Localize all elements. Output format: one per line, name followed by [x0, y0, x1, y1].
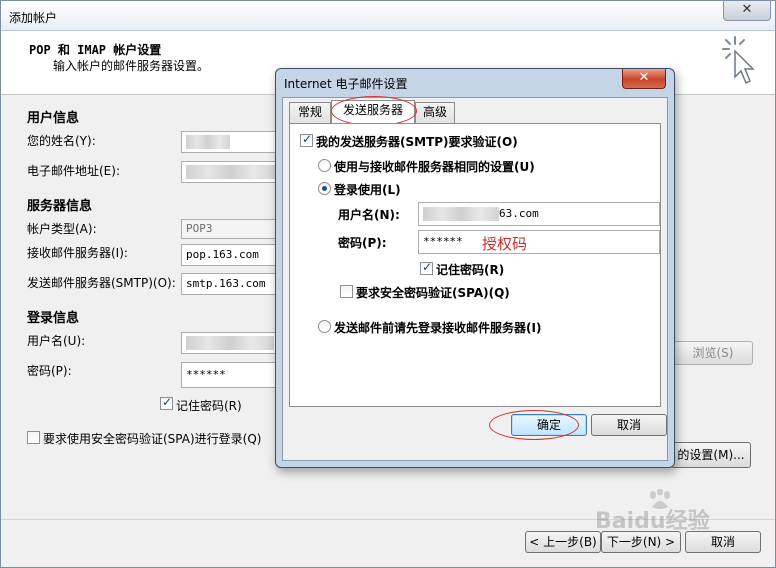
tab-advanced[interactable]: 高级 [415, 102, 455, 123]
watermark-text: Baidu经验 [595, 509, 710, 534]
dialog-password-input[interactable]: ****** [418, 230, 660, 254]
username-domain-suffix: 63.com [499, 207, 539, 220]
username-input[interactable] [181, 332, 277, 354]
redacted-name [186, 135, 230, 149]
tab-general[interactable]: 常规 [289, 102, 331, 123]
radio-circle [318, 182, 331, 195]
name-label: 您的姓名(Y): [27, 134, 96, 148]
dialog-remember-password-label: 记住密码(R) [436, 263, 505, 277]
internet-email-settings-dialog: Internet 电子邮件设置 ✕ 常规 发送服务器 高级 我的发送服务器(SM… [275, 68, 675, 468]
smtp-auth-checkbox[interactable] [300, 132, 313, 150]
dialog-username-input[interactable]: 63.com [418, 202, 660, 226]
same-settings-label: 使用与接收邮件服务器相同的设置(U) [334, 160, 535, 174]
radio-circle [318, 159, 331, 172]
window-titlebar: 添加帐户 ✕ [1, 1, 775, 31]
dialog-body: 常规 发送服务器 高级 我的发送服务器(SMTP)要求验证(O) 使用与接收邮件… [282, 96, 668, 461]
same-settings-radio[interactable] [318, 159, 331, 175]
account-type-label: 帐户类型(A): [27, 222, 97, 236]
username-label: 用户名(U): [27, 334, 86, 348]
dialog-remember-password-checkbox[interactable] [420, 260, 433, 278]
baidu-watermark: Baidu经验 [595, 489, 745, 534]
outgoing-server-input[interactable]: smtp.163.com [181, 273, 277, 295]
spa-login-label: 要求使用安全密码验证(SPA)进行登录(Q) [43, 432, 262, 446]
dialog-spa-label: 要求安全密码验证(SPA)(Q) [356, 286, 510, 300]
remember-password-label: 记住密码(R) [176, 399, 242, 413]
login-using-label: 登录使用(L) [334, 183, 401, 197]
login-info-heading: 登录信息 [27, 311, 80, 326]
outgoing-server-panel: 我的发送服务器(SMTP)要求验证(O) 使用与接收邮件服务器相同的设置(U) … [289, 123, 661, 407]
name-input[interactable] [181, 131, 277, 153]
wizard-cursor-icon [722, 36, 755, 85]
incoming-server-label: 接收邮件服务器(I): [27, 246, 128, 260]
account-type-select[interactable]: POP3 [181, 219, 277, 239]
close-icon: ✕ [638, 70, 650, 85]
authorization-code-annotation: 授权码 [482, 235, 528, 253]
login-before-send-label: 发送邮件前请先登录接收邮件服务器(I) [334, 321, 542, 335]
checkbox-box [420, 260, 433, 275]
redacted-email [186, 165, 276, 179]
tab-highlight-ring [331, 96, 417, 126]
back-button[interactable]: < 上一步(B) [525, 531, 601, 553]
close-icon: ✕ [741, 2, 753, 17]
dialog-cancel-button[interactable]: 取消 [591, 414, 667, 436]
smtp-auth-label: 我的发送服务器(SMTP)要求验证(O) [316, 135, 518, 149]
password-mask: ****** [423, 235, 463, 248]
dialog-username-label: 用户名(N): [338, 208, 400, 222]
user-info-heading: 用户信息 [27, 111, 80, 126]
email-label: 电子邮件地址(E): [27, 164, 120, 178]
dialog-spa-checkbox[interactable] [340, 285, 353, 301]
remember-password-checkbox[interactable] [160, 395, 173, 413]
spa-login-checkbox[interactable] [27, 431, 40, 447]
header-subtitle: 输入帐户的邮件服务器设置。 [53, 59, 210, 73]
dialog-password-label: 密码(P): [338, 236, 387, 250]
password-label: 密码(P): [27, 364, 72, 378]
ok-highlight-ring [489, 410, 579, 440]
dialog-title: Internet 电子邮件设置 [284, 77, 408, 91]
window-close-button[interactable]: ✕ [723, 1, 771, 21]
redacted-username [423, 207, 499, 221]
checkbox-box [27, 431, 40, 444]
email-input[interactable] [181, 161, 277, 183]
dialog-close-button[interactable]: ✕ [622, 69, 666, 89]
browse-button[interactable]: 浏览(S) [673, 341, 753, 365]
outgoing-server-label: 发送邮件服务器(SMTP)(O): [27, 276, 176, 290]
checkbox-box [300, 132, 313, 147]
more-settings-button[interactable]: 的设置(M)... [671, 442, 751, 468]
login-before-send-radio[interactable] [318, 320, 331, 336]
server-info-heading: 服务器信息 [27, 199, 93, 214]
redacted-username [186, 336, 274, 350]
password-input[interactable]: ****** [181, 362, 277, 388]
checkbox-box [160, 395, 173, 410]
checkbox-box [340, 285, 353, 298]
incoming-server-input[interactable]: pop.163.com [181, 244, 277, 266]
window-title: 添加帐户 [9, 11, 58, 25]
login-using-radio[interactable] [318, 182, 331, 198]
radio-circle [318, 320, 331, 333]
header-title: POP 和 IMAP 帐户设置 [29, 43, 162, 57]
